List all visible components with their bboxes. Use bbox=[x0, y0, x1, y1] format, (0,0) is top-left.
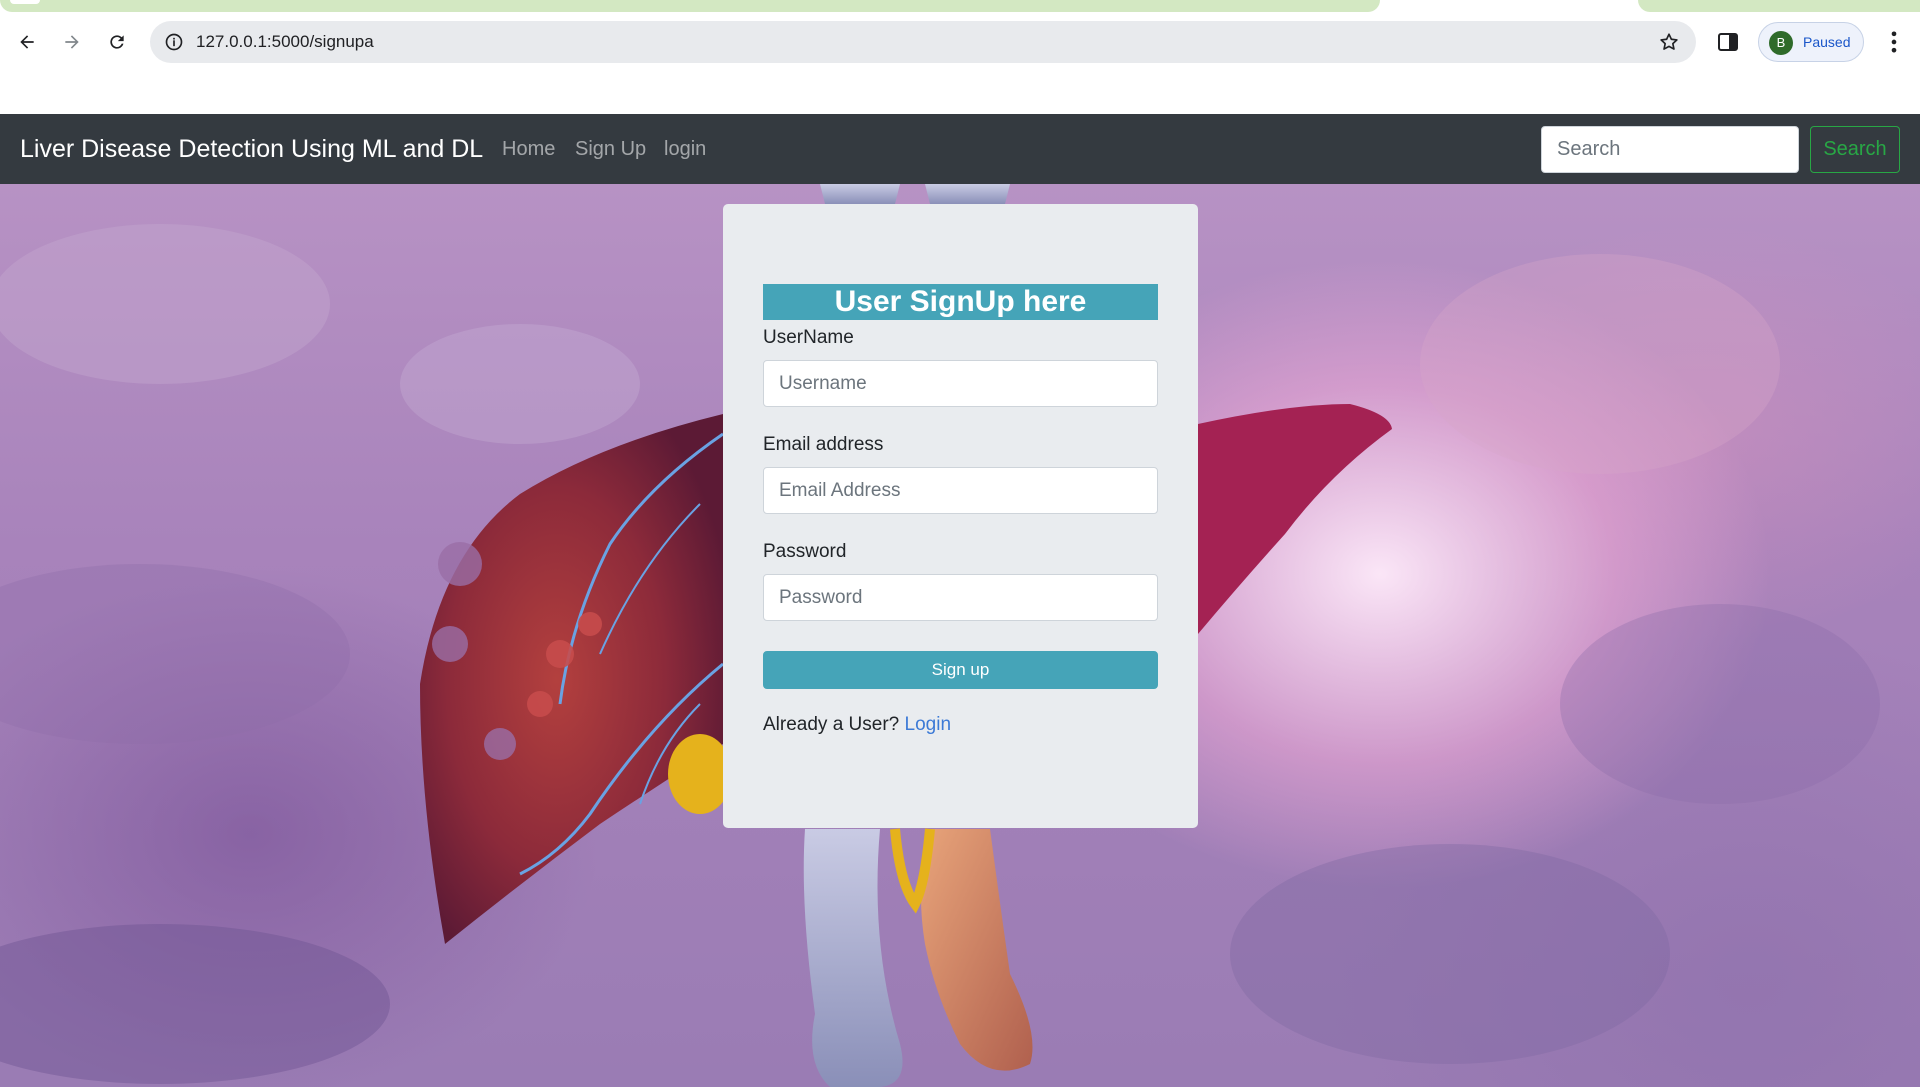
email-field[interactable] bbox=[763, 467, 1158, 514]
browser-toolbar: 127.0.0.1:5000/signupa B Paused bbox=[0, 12, 1920, 72]
search-input[interactable] bbox=[1541, 126, 1799, 173]
reload-button[interactable] bbox=[101, 26, 133, 58]
password-label: Password bbox=[763, 541, 847, 562]
url-text[interactable]: 127.0.0.1:5000/signupa bbox=[196, 21, 374, 63]
address-bar[interactable]: 127.0.0.1:5000/signupa bbox=[150, 21, 1696, 63]
already-user-text: Already a User? Login bbox=[763, 714, 951, 736]
signup-card: User SignUp here UserName Email address … bbox=[723, 204, 1198, 828]
navbar-brand[interactable]: Liver Disease Detection Using ML and DL bbox=[20, 114, 483, 184]
profile-status: Paused bbox=[1803, 34, 1851, 50]
bookmark-star-icon[interactable] bbox=[1658, 31, 1680, 53]
search-button[interactable]: Search bbox=[1810, 126, 1900, 173]
browser-tab[interactable] bbox=[0, 0, 1380, 12]
tab-indicator bbox=[10, 0, 40, 4]
nav-link-login[interactable]: login bbox=[664, 114, 706, 184]
tab-strip bbox=[0, 0, 1920, 12]
side-panel-icon[interactable] bbox=[1716, 30, 1740, 54]
browser-tab[interactable] bbox=[1638, 0, 1920, 12]
web-page: Liver Disease Detection Using ML and DL … bbox=[0, 114, 1920, 1087]
site-info-icon[interactable] bbox=[164, 32, 184, 52]
password-field[interactable] bbox=[763, 574, 1158, 621]
already-user-label: Already a User? bbox=[763, 714, 900, 735]
username-field[interactable] bbox=[763, 360, 1158, 407]
login-link[interactable]: Login bbox=[905, 714, 952, 735]
profile-button[interactable]: B Paused bbox=[1758, 22, 1864, 62]
reload-icon bbox=[110, 35, 124, 49]
arrow-right-icon bbox=[65, 35, 79, 49]
back-button[interactable] bbox=[11, 26, 43, 58]
nav-link-signup[interactable]: Sign Up bbox=[575, 114, 646, 184]
page-top-blank bbox=[0, 72, 1920, 114]
more-menu-icon[interactable] bbox=[1880, 28, 1908, 56]
nav-link-home[interactable]: Home bbox=[502, 114, 555, 184]
email-label: Email address bbox=[763, 434, 884, 455]
site-navbar: Liver Disease Detection Using ML and DL … bbox=[0, 114, 1920, 184]
arrow-left-icon bbox=[20, 35, 34, 49]
forward-button[interactable] bbox=[56, 26, 88, 58]
signup-button[interactable]: Sign up bbox=[763, 651, 1158, 689]
form-title: User SignUp here bbox=[763, 284, 1158, 320]
avatar: B bbox=[1769, 31, 1793, 55]
username-label: UserName bbox=[763, 327, 854, 348]
